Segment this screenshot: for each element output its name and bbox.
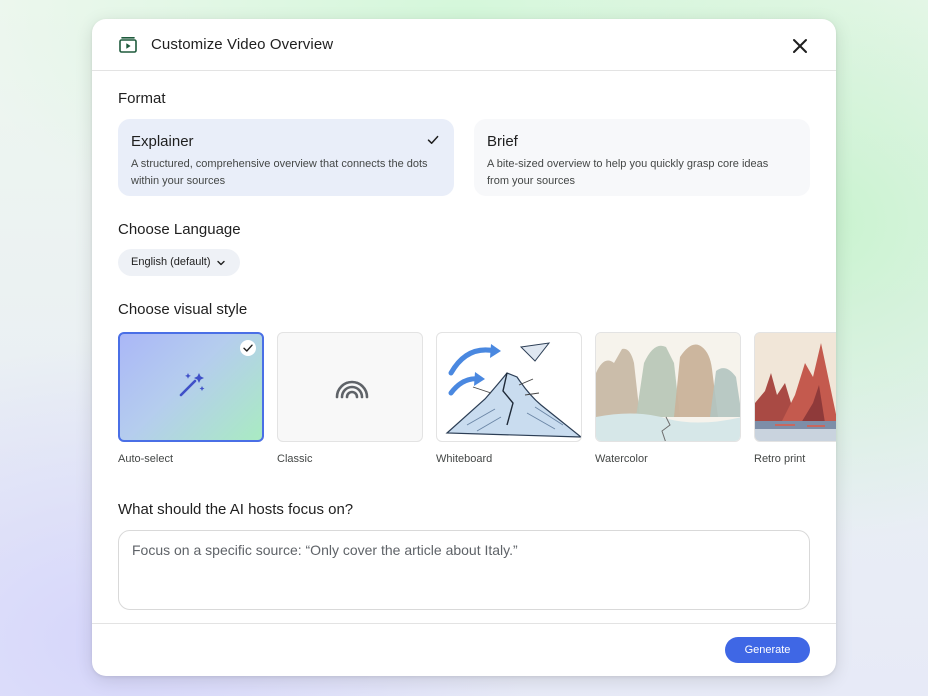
language-selected: English (default) xyxy=(131,256,211,268)
language-dropdown[interactable]: English (default) xyxy=(118,249,240,276)
style-label-watercolor: Watercolor xyxy=(595,453,648,465)
format-option-title: Explainer xyxy=(131,133,194,150)
style-tile-whiteboard[interactable] xyxy=(436,332,582,442)
close-icon xyxy=(793,39,807,53)
style-label-auto-select: Auto-select xyxy=(118,453,174,465)
rainbow-arcs-icon xyxy=(335,380,369,399)
dialog-title: Customize Video Overview xyxy=(151,36,334,53)
format-option-brief[interactable]: Brief A bite-sized overview to help you … xyxy=(474,119,810,196)
check-icon xyxy=(427,135,439,144)
watercolor-preview-image xyxy=(596,333,740,441)
style-label-whiteboard: Whiteboard xyxy=(436,453,493,465)
customize-dialog: Customize Video Overview Format Explaine… xyxy=(92,19,836,676)
style-label-classic: Classic xyxy=(277,453,313,465)
focus-placeholder: Focus on a specific source: “Only cover … xyxy=(132,542,518,558)
whiteboard-preview-image xyxy=(445,342,581,438)
style-tile-watercolor[interactable] xyxy=(595,332,741,442)
style-tile-auto-select[interactable] xyxy=(118,332,264,442)
video-overview-icon xyxy=(118,35,138,55)
footer-divider xyxy=(92,623,836,624)
style-tile-classic[interactable] xyxy=(277,332,423,442)
format-option-description: A bite-sized overview to help you quickl… xyxy=(487,158,769,187)
format-option-explainer[interactable]: Explainer A structured, comprehensive ov… xyxy=(118,119,454,196)
language-label: Choose Language xyxy=(118,221,241,238)
style-tile-retro-print[interactable] xyxy=(754,332,836,442)
style-label-retro-print: Retro print xyxy=(754,453,806,465)
close-button[interactable] xyxy=(789,35,811,57)
magic-wand-icon xyxy=(179,373,205,397)
chevron-down-icon xyxy=(217,260,225,266)
focus-textarea[interactable]: Focus on a specific source: “Only cover … xyxy=(118,530,810,610)
generate-button[interactable]: Generate xyxy=(725,637,810,663)
format-option-description: A structured, comprehensive overview tha… xyxy=(131,158,428,187)
focus-label: What should the AI hosts focus on? xyxy=(118,501,354,518)
retro-print-preview-image xyxy=(755,333,836,441)
format-label: Format xyxy=(118,90,166,107)
dialog-header: Customize Video Overview xyxy=(92,19,836,71)
visual-style-label: Choose visual style xyxy=(118,301,248,318)
format-option-title: Brief xyxy=(487,133,518,150)
